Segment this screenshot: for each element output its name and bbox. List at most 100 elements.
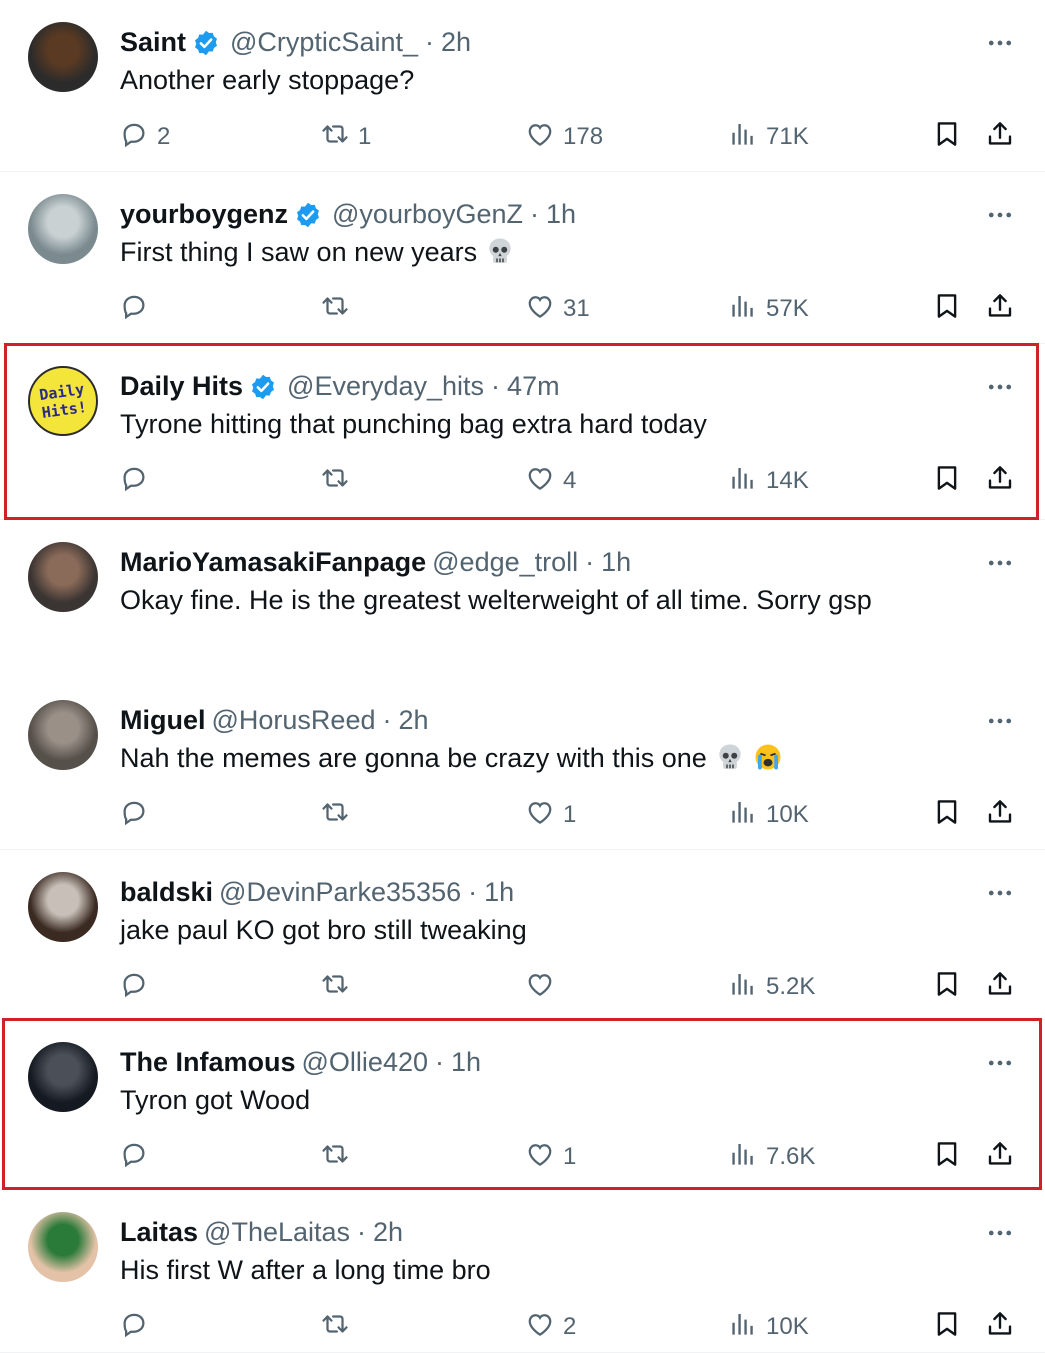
tweet[interactable]: Miguel @HorusReed · 2h Nah the memes are … xyxy=(0,678,1045,850)
reply-button[interactable] xyxy=(119,795,157,835)
user-handle[interactable]: @yourboyGenZ xyxy=(332,194,523,234)
more-options-icon[interactable] xyxy=(985,200,1015,230)
timestamp[interactable]: 1h xyxy=(601,542,631,582)
reply-button[interactable] xyxy=(119,967,157,1007)
share-button[interactable] xyxy=(985,461,1015,501)
skull-emoji xyxy=(715,742,745,772)
tweet[interactable]: The Infamous @Ollie420 · 1h Tyron got Woo… xyxy=(0,1020,1045,1190)
share-button[interactable] xyxy=(985,289,1015,329)
like-count: 1 xyxy=(563,801,577,828)
views-button[interactable]: 10K xyxy=(728,795,809,835)
more-options-icon[interactable] xyxy=(985,706,1015,736)
timestamp[interactable]: 2h xyxy=(441,22,471,62)
retweet-button[interactable] xyxy=(320,289,358,329)
views-button[interactable]: 5.2K xyxy=(728,967,815,1007)
timestamp[interactable]: 2h xyxy=(398,700,428,740)
more-options-icon[interactable] xyxy=(985,372,1015,402)
timestamp[interactable]: 1h xyxy=(546,194,576,234)
more-options-icon[interactable] xyxy=(985,1218,1015,1248)
display-name[interactable]: Saint xyxy=(120,22,186,62)
retweet-button[interactable] xyxy=(320,461,358,501)
bookmark-button[interactable] xyxy=(932,1137,962,1177)
reply-button[interactable] xyxy=(119,1137,157,1177)
display-name[interactable]: Laitas xyxy=(120,1212,198,1252)
user-handle[interactable]: @edge_troll xyxy=(432,542,578,582)
bookmark-button[interactable] xyxy=(932,1307,962,1347)
like-button[interactable]: 4 xyxy=(525,461,576,501)
views-button[interactable]: 71K xyxy=(728,117,809,157)
user-handle[interactable]: @DevinParke35356 xyxy=(219,872,461,912)
retweet-button[interactable] xyxy=(320,967,358,1007)
tweet[interactable]: baldski @DevinParke35356 · 1h jake paul K… xyxy=(0,850,1045,1020)
display-name[interactable]: Miguel xyxy=(120,700,206,740)
timestamp[interactable]: 2h xyxy=(373,1212,403,1252)
user-handle[interactable]: @Ollie420 xyxy=(302,1042,428,1082)
user-handle[interactable]: @HorusReed xyxy=(212,700,376,740)
share-button[interactable] xyxy=(985,117,1015,157)
reply-button[interactable] xyxy=(119,461,157,501)
like-button[interactable]: 1 xyxy=(525,795,576,835)
bookmark-button[interactable] xyxy=(932,117,962,157)
bookmark-button[interactable] xyxy=(932,967,962,1007)
retweet-button[interactable] xyxy=(320,1137,358,1177)
avatar[interactable]: Daily Hits! xyxy=(28,366,98,436)
more-options-icon[interactable] xyxy=(985,548,1015,578)
bookmark-button[interactable] xyxy=(932,795,962,835)
tweet[interactable]: Saint @CrypticSaint_ · 2h Another early s… xyxy=(0,0,1045,172)
user-handle[interactable]: @Everyday_hits xyxy=(287,366,484,406)
share-button[interactable] xyxy=(985,1307,1015,1347)
share-button[interactable] xyxy=(985,967,1015,1007)
views-button[interactable]: 10K xyxy=(728,1307,809,1347)
display-name[interactable]: yourboygenz xyxy=(120,194,288,234)
display-name[interactable]: baldski xyxy=(120,872,213,912)
share-button[interactable] xyxy=(985,1137,1015,1177)
like-button[interactable]: 178 xyxy=(525,117,603,157)
reply-icon xyxy=(119,1139,149,1176)
avatar[interactable] xyxy=(28,1042,98,1112)
tweet[interactable]: Daily Hits! Daily Hits @Everyday_hits · 4… xyxy=(0,344,1045,520)
avatar[interactable] xyxy=(28,700,98,770)
like-button[interactable] xyxy=(525,967,563,1007)
timestamp[interactable]: 1h xyxy=(484,872,514,912)
display-name[interactable]: The Infamous xyxy=(120,1042,296,1082)
like-count: 31 xyxy=(563,295,590,322)
avatar[interactable] xyxy=(28,194,98,264)
more-options-icon[interactable] xyxy=(985,28,1015,58)
bookmark-icon xyxy=(932,1139,962,1176)
like-button[interactable]: 1 xyxy=(525,1137,576,1177)
skull-emoji xyxy=(485,236,515,266)
views-button[interactable]: 57K xyxy=(728,289,809,329)
heart-icon xyxy=(525,291,555,328)
reply-button[interactable]: 2 xyxy=(119,117,170,157)
like-button[interactable]: 2 xyxy=(525,1307,576,1347)
views-button[interactable]: 7.6K xyxy=(728,1137,815,1177)
display-name[interactable]: Daily Hits xyxy=(120,366,243,406)
retweet-icon xyxy=(320,797,350,834)
bookmark-button[interactable] xyxy=(932,461,962,501)
avatar[interactable] xyxy=(28,22,98,92)
tweet-text-content: Nah the memes are gonna be crazy with th… xyxy=(120,743,707,773)
reply-button[interactable] xyxy=(119,289,157,329)
user-handle[interactable]: @TheLaitas xyxy=(204,1212,350,1252)
display-name[interactable]: MarioYamasakiFanpage xyxy=(120,542,426,582)
share-button[interactable] xyxy=(985,795,1015,835)
bookmark-button[interactable] xyxy=(932,289,962,329)
avatar[interactable] xyxy=(28,1212,98,1282)
user-handle[interactable]: @CrypticSaint_ xyxy=(230,22,418,62)
views-button[interactable]: 14K xyxy=(728,461,809,501)
retweet-button[interactable]: 1 xyxy=(320,117,371,157)
reply-button[interactable] xyxy=(119,1307,157,1347)
avatar[interactable] xyxy=(28,872,98,942)
timestamp[interactable]: 1h xyxy=(451,1042,481,1082)
timestamp[interactable]: 47m xyxy=(507,366,560,406)
more-options-icon[interactable] xyxy=(985,878,1015,908)
tweet[interactable]: Laitas @TheLaitas · 2h His first W after … xyxy=(0,1190,1045,1353)
like-button[interactable]: 31 xyxy=(525,289,590,329)
retweet-button[interactable] xyxy=(320,1307,358,1347)
tweet[interactable]: MarioYamasakiFanpage @edge_troll · 1h Oka… xyxy=(0,520,1045,638)
like-count: 1 xyxy=(563,1143,577,1170)
avatar[interactable] xyxy=(28,542,98,612)
retweet-button[interactable] xyxy=(320,795,358,835)
more-options-icon[interactable] xyxy=(985,1048,1015,1078)
tweet[interactable]: yourboygenz @yourboyGenZ · 1h First thing… xyxy=(0,172,1045,344)
